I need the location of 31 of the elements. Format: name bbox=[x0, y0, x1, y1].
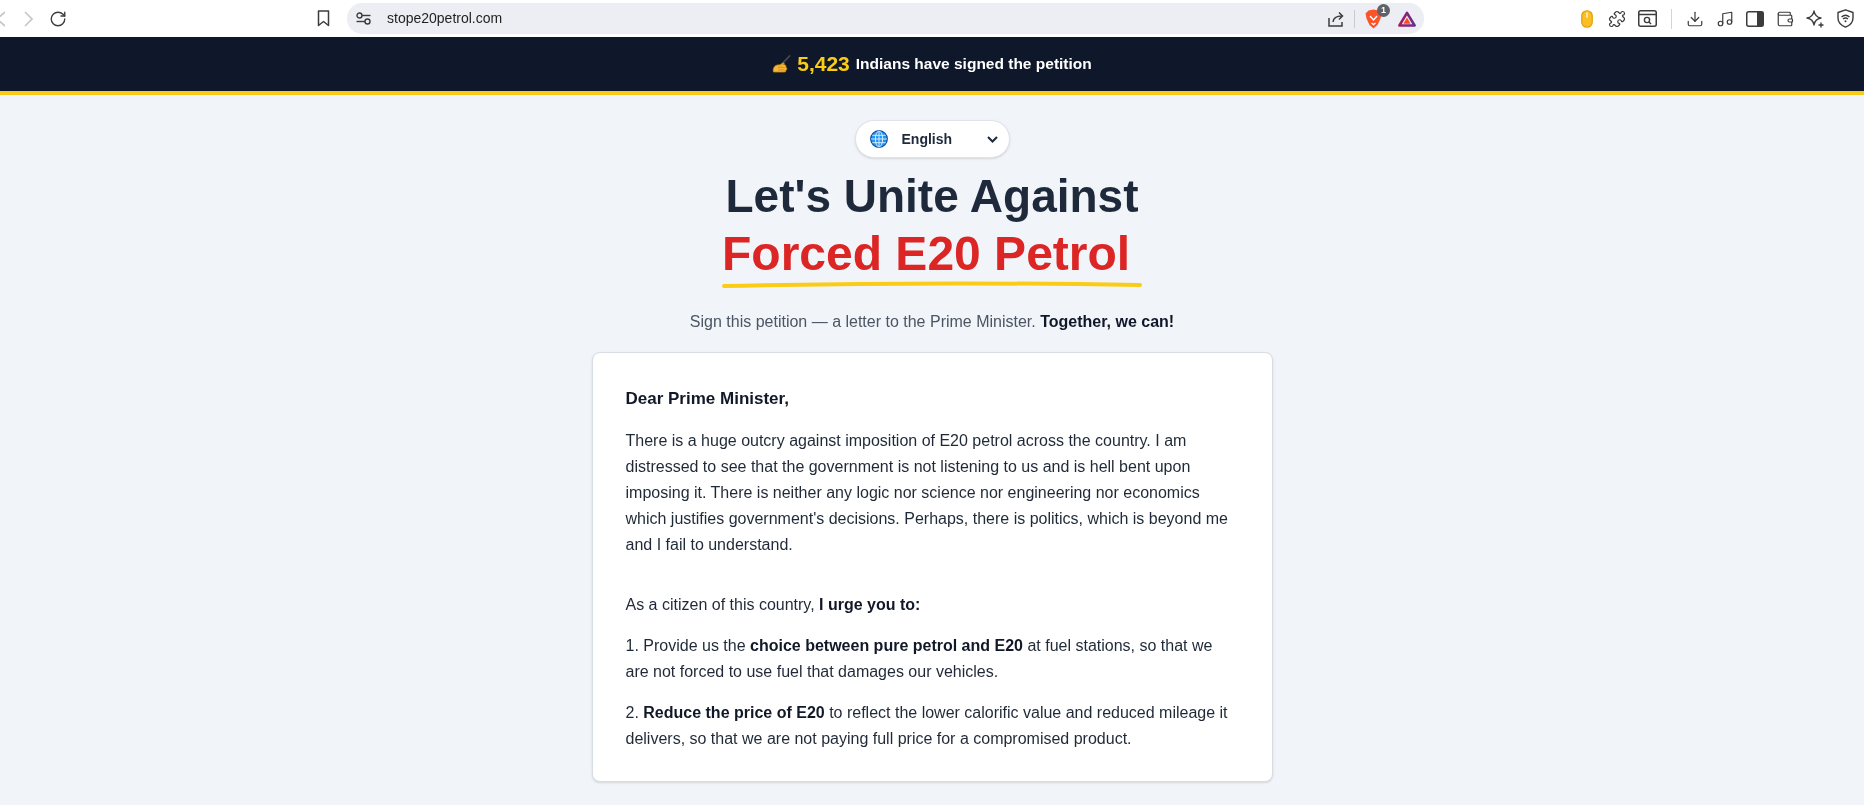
language-select[interactable]: English bbox=[854, 120, 1010, 158]
notification-badge: 1 bbox=[1377, 3, 1390, 17]
wallet-icon[interactable] bbox=[1776, 9, 1794, 28]
headline-emphasis-text: Forced E20 Petrol bbox=[722, 226, 1132, 282]
banner-text: Indians have signed the petition bbox=[855, 54, 1092, 75]
share-icon[interactable] bbox=[1328, 10, 1345, 27]
triangle-icon[interactable] bbox=[1398, 10, 1416, 27]
letter-paragraph: There is a huge outcry against imposition of E20 petrol across the country. I am distressed to see that the government is not listening to us and is hell bent upon imposing it. There is neither any logic nor science nor engineering nor economics which justifies government's decisions. Perhaps, there is politics, which is beyond me and I fail to understand. bbox=[625, 431, 1229, 555]
download-icon[interactable] bbox=[1686, 9, 1704, 28]
signature-count: 5,423 bbox=[797, 51, 850, 78]
sparkle-icon[interactable] bbox=[1806, 9, 1824, 28]
writing-hand-icon bbox=[772, 55, 792, 73]
address-bar[interactable]: stope20petrol.com 1 bbox=[347, 3, 1424, 34]
reload-icon[interactable] bbox=[49, 9, 67, 28]
chevron-down-icon bbox=[986, 135, 998, 143]
sidebar-icon[interactable] bbox=[1746, 10, 1764, 27]
music-note-icon[interactable] bbox=[1716, 9, 1734, 28]
bookmark-icon[interactable] bbox=[317, 10, 330, 27]
demand-item: 1. Provide us the choice between pure petrol and E20 at fuel stations, so that we are not forced to use fuel that damages our vehicles. bbox=[625, 636, 1214, 682]
window-search-icon[interactable] bbox=[1637, 10, 1657, 27]
headline-text: Let's Unite Against bbox=[725, 169, 1139, 224]
subtitle: Sign this petition — a letter to the Prime Minister. Together, we can! bbox=[689, 312, 1175, 332]
globe-icon bbox=[869, 130, 888, 148]
demand-item: 2. Reduce the price of E20 to reflect the lower calorific value and reduced mileage it delivers, so that we are not paying full price for a compromised product. bbox=[625, 703, 1229, 749]
url-text[interactable]: stope20petrol.com bbox=[387, 8, 503, 29]
puzzle-icon[interactable] bbox=[1608, 9, 1626, 28]
shield-wifi-icon[interactable] bbox=[1836, 9, 1854, 28]
shield-icon[interactable] bbox=[1365, 8, 1382, 29]
letter-paragraph: As a citizen of this country, I urge you to: bbox=[625, 595, 922, 615]
letter-greeting: Dear Prime Minister, bbox=[625, 388, 790, 410]
tune-icon[interactable] bbox=[356, 12, 371, 25]
